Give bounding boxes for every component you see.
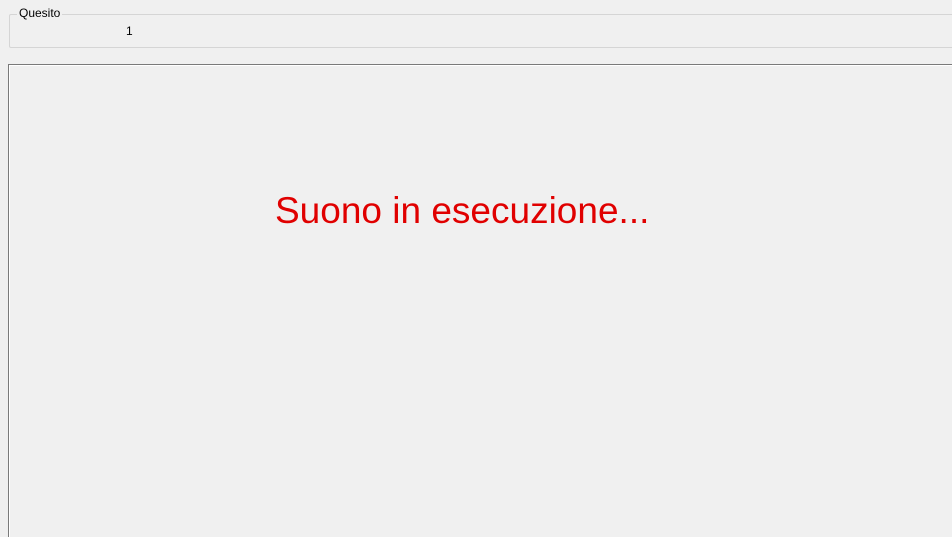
- main-panel: Suono in esecuzione...: [8, 64, 952, 537]
- app-window: Quesito 1 Suono in esecuzione...: [0, 0, 952, 537]
- question-number: 1: [126, 24, 133, 38]
- status-message: Suono in esecuzione...: [275, 190, 650, 231]
- question-groupbox: [9, 14, 952, 48]
- question-groupbox-label: Quesito: [17, 6, 63, 20]
